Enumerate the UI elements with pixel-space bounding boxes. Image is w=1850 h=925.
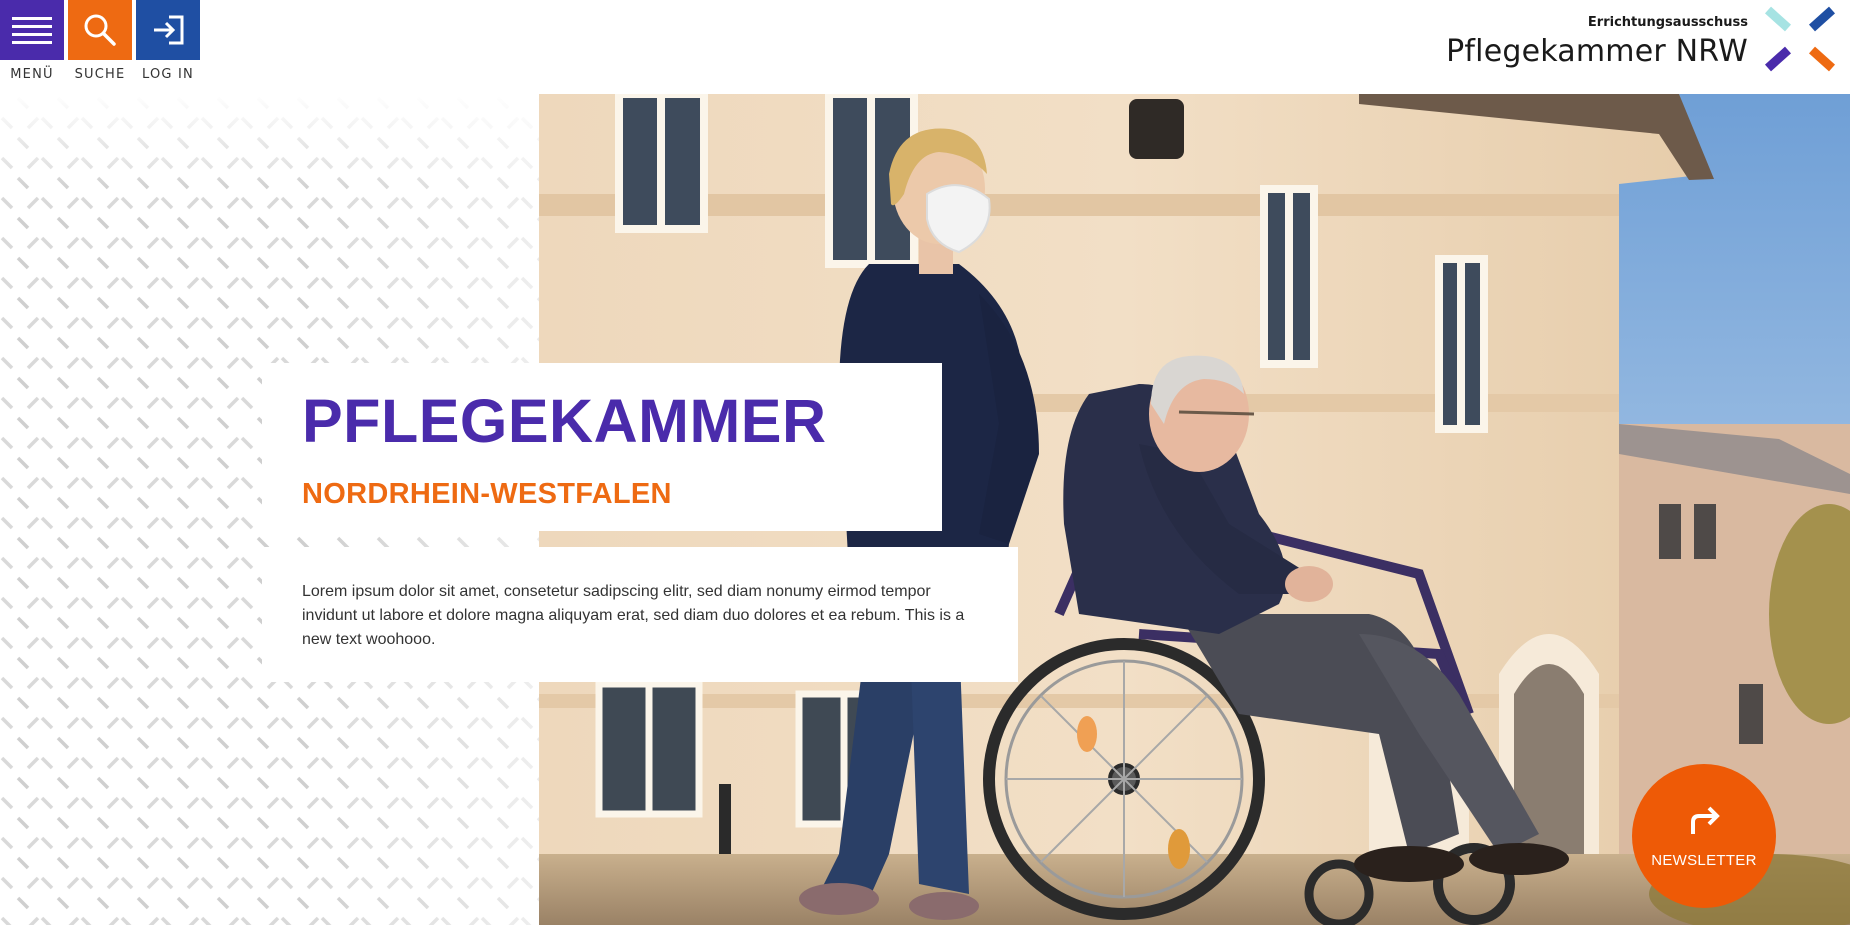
logo-title: Pflegekammer NRW	[1446, 34, 1748, 69]
hero-title: PFLEGEKAMMER	[302, 387, 827, 455]
search-button[interactable]	[68, 0, 132, 60]
logo-subtitle: Errichtungsausschuss	[1587, 15, 1748, 30]
logo-mark-icon	[1764, 6, 1836, 72]
login-icon	[154, 15, 184, 45]
hero-text-box: Lorem ipsum dolor sit amet, consetetur s…	[262, 547, 1018, 682]
menu-label[interactable]: MENÜ	[0, 67, 64, 82]
newsletter-label: NEWSLETTER	[1651, 852, 1757, 869]
login-button[interactable]	[136, 0, 200, 60]
newsletter-button[interactable]: NEWSLETTER	[1632, 764, 1776, 908]
menu-button[interactable]	[0, 0, 64, 60]
search-label[interactable]: SUCHE	[68, 67, 132, 82]
hamburger-icon	[12, 17, 52, 44]
hero-subtitle: NORDRHEIN-WESTFALEN	[302, 478, 672, 510]
share-arrow-icon	[1691, 806, 1720, 834]
hero-lead-text: Lorem ipsum dolor sit amet, consetetur s…	[302, 583, 965, 648]
login-label[interactable]: LOG IN	[136, 67, 200, 82]
hero-title-box: PFLEGEKAMMER NORDRHEIN-WESTFALEN	[262, 363, 942, 531]
search-icon	[84, 14, 116, 46]
